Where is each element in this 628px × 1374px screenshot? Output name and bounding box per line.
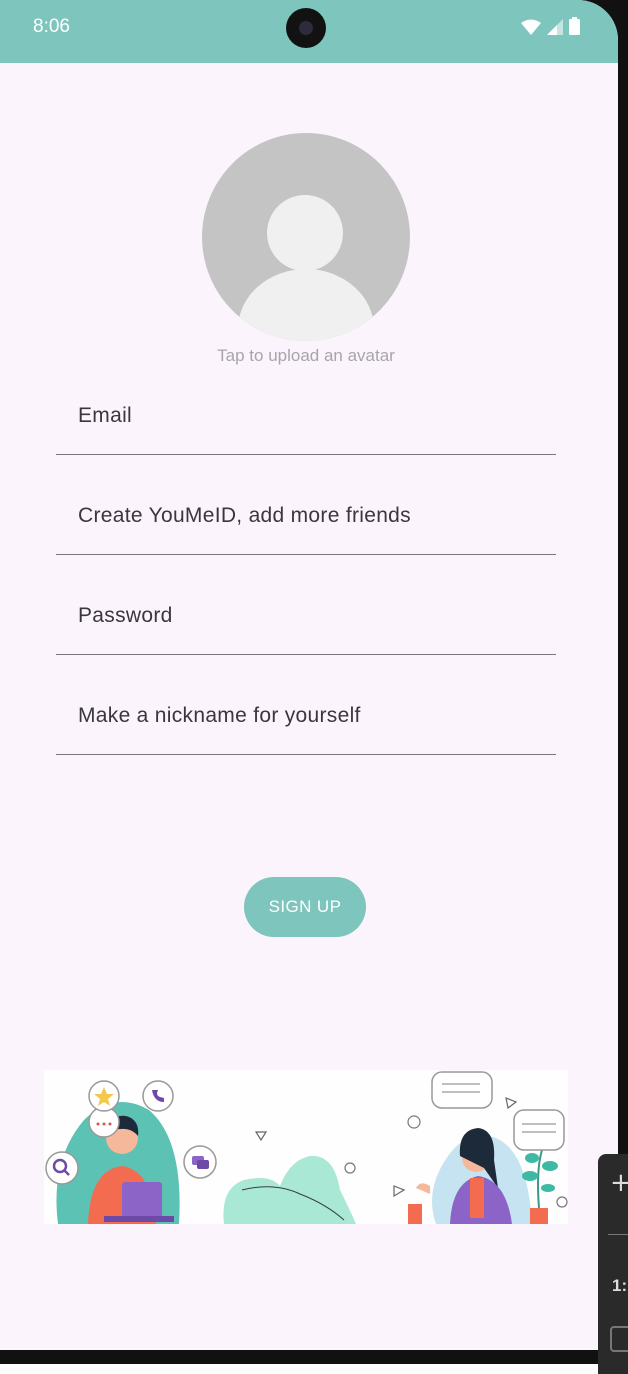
communication-illustration: [45, 1071, 568, 1224]
email-field-container: [56, 378, 556, 455]
nickname-field[interactable]: [56, 678, 556, 754]
battery-icon: [569, 17, 580, 35]
plus-icon[interactable]: +: [610, 1168, 628, 1198]
signup-button[interactable]: SIGN UP: [244, 877, 366, 937]
default-avatar-icon: [267, 195, 343, 271]
status-bar: 8:06: [0, 0, 618, 63]
app-screen: 8:06 Tap to upload an avatar Email Creat…: [0, 0, 618, 1350]
side-divider: [608, 1234, 628, 1235]
side-panel: + 1:: [598, 1154, 628, 1374]
password-field[interactable]: [56, 578, 556, 654]
nickname-field-container: [56, 678, 556, 755]
device-frame: 8:06 Tap to upload an avatar Email Creat…: [0, 0, 628, 1374]
window-icon[interactable]: [610, 1326, 628, 1352]
avatar-upload[interactable]: [202, 133, 410, 341]
status-time: 8:06: [33, 16, 70, 37]
password-field-container: [56, 578, 556, 655]
avatar-hint: Tap to upload an avatar: [217, 346, 395, 365]
email-field[interactable]: [56, 378, 556, 454]
wifi-icon: [521, 19, 541, 35]
status-icons: [521, 17, 580, 35]
youmeid-field-container: [56, 478, 556, 555]
side-number: 1:: [612, 1276, 628, 1295]
cellular-icon: [547, 19, 563, 35]
default-avatar-body: [238, 269, 374, 341]
youmeid-field[interactable]: [56, 478, 556, 554]
front-camera: [286, 8, 326, 48]
illustration-banner: [44, 1070, 568, 1224]
